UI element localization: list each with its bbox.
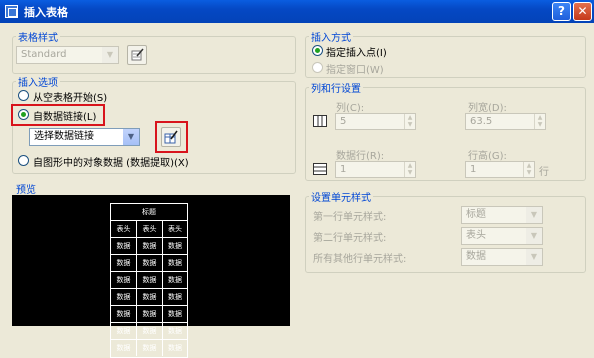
preview-data-row: 数据 数据 数据 (111, 272, 187, 289)
first-row-style-label: 第一行单元样式: (313, 212, 387, 223)
row-unit-label: 行 (539, 167, 549, 178)
preview-data-cell: 数据 (111, 306, 137, 322)
col-width-value: 63.5 (470, 116, 493, 127)
preview-title-cell: 标题 (142, 208, 156, 216)
preview-data-cell: 数据 (168, 259, 182, 267)
preview-header-cell: 表头 (168, 225, 182, 233)
preview-table: 标题 表头 表头 表头 数据 数据 数据 数据 数据 数据 数据 数据 数据 数据 数据 数据 数据 数据… (110, 203, 188, 358)
data-rows-label: 数据行(R): (336, 151, 385, 162)
specify-point-radio[interactable] (312, 45, 323, 56)
row-height-input[interactable]: 1 ▲ ▼ (465, 161, 535, 178)
preview-header-cell: 表头 (137, 221, 163, 237)
preview-data-cell: 数据 (111, 340, 137, 356)
rows-icon (313, 163, 327, 175)
first-row-style-select[interactable]: 标题 ▼ (461, 206, 543, 224)
preview-label: 预览 (16, 185, 36, 196)
preview-data-row: 数据 数据 数据 (111, 255, 187, 272)
specify-window-radio[interactable] (312, 62, 323, 73)
from-empty-radio[interactable] (18, 90, 29, 101)
preview-data-cell: 数据 (137, 306, 163, 322)
app-icon (5, 5, 18, 18)
edit-style-icon (131, 48, 144, 61)
preview-data-cell: 数据 (168, 276, 182, 284)
columns-value: 5 (340, 116, 347, 127)
title-bar: 插入表格 ? ✕ (0, 0, 594, 23)
data-link-select-value: 选择数据链接 (34, 131, 94, 142)
spinner-icon: ▲ ▼ (523, 162, 534, 177)
table-style-value: Standard (21, 49, 67, 60)
chevron-down-icon: ▼ (122, 129, 139, 145)
other-rows-style-select[interactable]: 数据 ▼ (461, 248, 543, 266)
row-height-label: 行高(G): (468, 151, 507, 162)
preview-data-cell: 数据 (137, 255, 163, 271)
data-link-select[interactable]: 选择数据链接 ▼ (29, 128, 140, 146)
spinner-icon: ▲ ▼ (404, 162, 415, 177)
preview-data-cell: 数据 (168, 344, 182, 352)
second-row-style-select[interactable]: 表头 ▼ (461, 227, 543, 245)
spinner-icon: ▲ ▼ (404, 114, 415, 129)
table-style-launch-button[interactable] (127, 45, 147, 65)
preview-data-row: 数据 数据 数据 (111, 289, 187, 306)
other-rows-style-label: 所有其他行单元样式: (313, 254, 407, 265)
preview-data-cell: 数据 (111, 238, 137, 254)
preview-data-cell: 数据 (111, 323, 137, 339)
close-button[interactable]: ✕ (573, 2, 592, 21)
preview-header-row: 表头 表头 表头 (111, 221, 187, 238)
preview-data-cell: 数据 (111, 272, 137, 288)
second-row-style-value: 表头 (466, 230, 486, 241)
col-width-input[interactable]: 63.5 ▲ ▼ (465, 113, 546, 130)
preview-header-cell: 表头 (111, 221, 137, 237)
preview-data-cell: 数据 (168, 242, 182, 250)
row-height-value: 1 (470, 164, 477, 175)
data-rows-value: 1 (340, 164, 347, 175)
from-data-link-label[interactable]: 自数据链接(L) (33, 108, 96, 123)
data-rows-input[interactable]: 1 ▲ ▼ (335, 161, 416, 178)
cell-styles-legend: 设置单元样式 (309, 189, 373, 204)
table-style-select[interactable]: Standard ▼ (16, 46, 119, 64)
second-row-style-label: 第二行单元样式: (313, 233, 387, 244)
data-link-icon (164, 130, 178, 144)
preview-data-cell: 数据 (137, 289, 163, 305)
other-rows-style-value: 数据 (466, 251, 486, 262)
chevron-down-icon: ▼ (101, 47, 118, 63)
from-object-data-radio[interactable] (18, 155, 29, 166)
preview-data-cell: 数据 (137, 272, 163, 288)
preview-data-cell: 数据 (137, 238, 163, 254)
rows-cols-legend: 列和行设置 (309, 80, 363, 95)
preview-title-row: 标题 (111, 204, 187, 221)
columns-icon (313, 115, 327, 127)
window-title: 插入表格 (24, 6, 68, 19)
specify-window-label[interactable]: 指定窗口(W) (326, 61, 384, 76)
preview-data-cell: 数据 (168, 327, 182, 335)
from-empty-label[interactable]: 从空表格开始(S) (33, 89, 107, 104)
chevron-down-icon: ▼ (525, 207, 542, 223)
first-row-style-value: 标题 (466, 209, 486, 220)
insert-options-legend: 插入选项 (16, 74, 60, 89)
preview-data-cell: 数据 (168, 310, 182, 318)
col-width-label: 列宽(D): (468, 103, 507, 114)
insert-method-legend: 插入方式 (309, 29, 353, 44)
columns-input[interactable]: 5 ▲ ▼ (335, 113, 416, 130)
from-data-link-radio[interactable] (18, 109, 29, 120)
preview-data-cell: 数据 (137, 323, 163, 339)
spinner-icon: ▲ ▼ (534, 114, 545, 129)
preview-data-row: 数据 数据 数据 (111, 238, 187, 255)
specify-point-label[interactable]: 指定插入点(I) (326, 44, 387, 59)
preview-data-row: 数据 数据 数据 (111, 340, 187, 357)
table-style-legend: 表格样式 (16, 29, 60, 44)
preview-data-cell: 数据 (111, 289, 137, 305)
preview-data-row: 数据 数据 数据 (111, 306, 187, 323)
preview-data-cell: 数据 (168, 293, 182, 301)
preview-data-cell: 数据 (111, 255, 137, 271)
columns-label: 列(C): (336, 103, 365, 114)
preview-data-cell: 数据 (137, 340, 163, 356)
chevron-down-icon: ▼ (525, 228, 542, 244)
from-object-data-label[interactable]: 自图形中的对象数据 (数据提取)(X) (33, 154, 189, 169)
chevron-down-icon: ▼ (525, 249, 542, 265)
data-link-manager-button[interactable] (161, 127, 181, 147)
help-button[interactable]: ? (552, 2, 571, 21)
preview-data-rows: 数据 数据 数据 数据 数据 数据 数据 数据 数据 数据 数据 数据 数据 数据 数据 数据 数据 数据 数据 数据… (111, 238, 187, 357)
